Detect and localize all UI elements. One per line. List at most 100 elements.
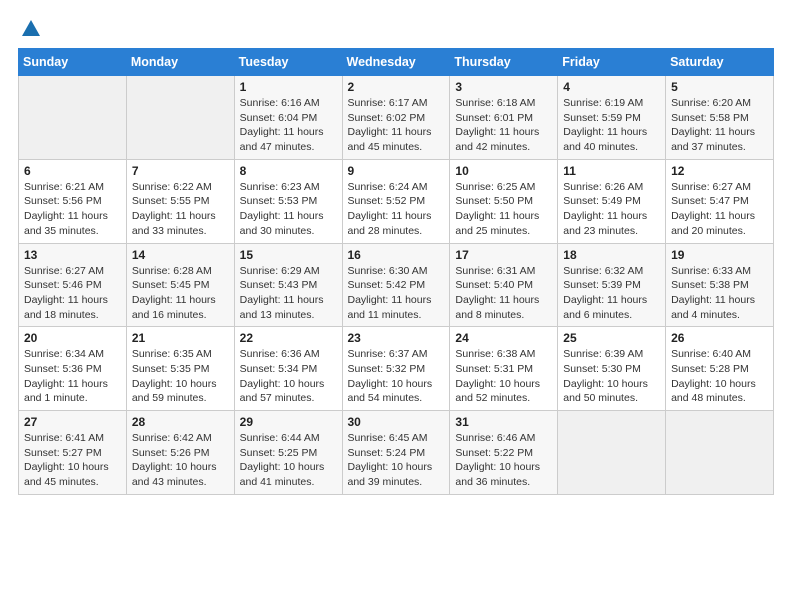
day-info: Sunrise: 6:27 AM Sunset: 5:47 PM Dayligh… (671, 180, 768, 239)
calendar-cell: 16 Sunrise: 6:30 AM Sunset: 5:42 PM Dayli… (342, 243, 450, 327)
day-number: 3 (455, 80, 552, 94)
calendar-cell: 26 Sunrise: 6:40 AM Sunset: 5:28 PM Dayli… (666, 327, 774, 411)
day-number: 20 (24, 331, 121, 345)
day-info: Sunrise: 6:35 AM Sunset: 5:35 PM Dayligh… (132, 347, 229, 406)
calendar-cell: 13 Sunrise: 6:27 AM Sunset: 5:46 PM Dayli… (19, 243, 127, 327)
day-info: Sunrise: 6:39 AM Sunset: 5:30 PM Dayligh… (563, 347, 660, 406)
day-info: Sunrise: 6:33 AM Sunset: 5:38 PM Dayligh… (671, 264, 768, 323)
calendar-cell: 8 Sunrise: 6:23 AM Sunset: 5:53 PM Daylig… (234, 159, 342, 243)
day-info: Sunrise: 6:38 AM Sunset: 5:31 PM Dayligh… (455, 347, 552, 406)
day-number: 25 (563, 331, 660, 345)
calendar-week-5: 27Sunrise: 6:41 AM Sunset: 5:27 PM Dayli… (19, 411, 774, 495)
calendar-cell (666, 411, 774, 495)
day-info: Sunrise: 6:23 AM Sunset: 5:53 PM Dayligh… (240, 180, 337, 239)
day-number: 13 (24, 248, 121, 262)
day-number: 27 (24, 415, 121, 429)
calendar-cell: 12 Sunrise: 6:27 AM Sunset: 5:47 PM Dayli… (666, 159, 774, 243)
day-header-thursday: Thursday (450, 49, 558, 76)
calendar-cell: 15Sunrise: 6:29 AM Sunset: 5:43 PM Dayli… (234, 243, 342, 327)
calendar-cell: 21 Sunrise: 6:35 AM Sunset: 5:35 PM Dayli… (126, 327, 234, 411)
day-header-tuesday: Tuesday (234, 49, 342, 76)
calendar-cell: 30 Sunrise: 6:45 AM Sunset: 5:24 PM Dayli… (342, 411, 450, 495)
day-number: 4 (563, 80, 660, 94)
day-number: 21 (132, 331, 229, 345)
day-info: Sunrise: 6:36 AM Sunset: 5:34 PM Dayligh… (240, 347, 337, 406)
day-number: 30 (348, 415, 445, 429)
day-info: Sunrise: 6:22 AM Sunset: 5:55 PM Dayligh… (132, 180, 229, 239)
calendar-cell (558, 411, 666, 495)
day-number: 2 (348, 80, 445, 94)
day-info: Sunrise: 6:24 AM Sunset: 5:52 PM Dayligh… (348, 180, 445, 239)
day-info: Sunrise: 6:28 AM Sunset: 5:45 PM Dayligh… (132, 264, 229, 323)
day-number: 19 (671, 248, 768, 262)
calendar-cell: 6 Sunrise: 6:21 AM Sunset: 5:56 PM Daylig… (19, 159, 127, 243)
calendar-cell: 22 Sunrise: 6:36 AM Sunset: 5:34 PM Dayli… (234, 327, 342, 411)
day-number: 8 (240, 164, 337, 178)
day-number: 16 (348, 248, 445, 262)
calendar-table: SundayMondayTuesdayWednesdayThursdayFrid… (18, 48, 774, 495)
day-number: 29 (240, 415, 337, 429)
day-number: 18 (563, 248, 660, 262)
calendar-week-3: 13 Sunrise: 6:27 AM Sunset: 5:46 PM Dayli… (19, 243, 774, 327)
day-info: Sunrise: 6:21 AM Sunset: 5:56 PM Dayligh… (24, 180, 121, 239)
day-info: Sunrise: 6:26 AM Sunset: 5:49 PM Dayligh… (563, 180, 660, 239)
calendar-week-2: 6 Sunrise: 6:21 AM Sunset: 5:56 PM Daylig… (19, 159, 774, 243)
calendar-cell: 14 Sunrise: 6:28 AM Sunset: 5:45 PM Dayli… (126, 243, 234, 327)
day-info: Sunrise: 6:34 AM Sunset: 5:36 PM Dayligh… (24, 347, 121, 406)
calendar-cell: 11 Sunrise: 6:26 AM Sunset: 5:49 PM Dayli… (558, 159, 666, 243)
calendar-cell: 17 Sunrise: 6:31 AM Sunset: 5:40 PM Dayli… (450, 243, 558, 327)
day-header-friday: Friday (558, 49, 666, 76)
calendar-cell: 29 Sunrise: 6:44 AM Sunset: 5:25 PM Dayli… (234, 411, 342, 495)
calendar-cell: 1 Sunrise: 6:16 AM Sunset: 6:04 PM Daylig… (234, 76, 342, 160)
day-number: 31 (455, 415, 552, 429)
day-number: 9 (348, 164, 445, 178)
day-info: Sunrise: 6:45 AM Sunset: 5:24 PM Dayligh… (348, 431, 445, 490)
day-number: 24 (455, 331, 552, 345)
day-info: Sunrise: 6:40 AM Sunset: 5:28 PM Dayligh… (671, 347, 768, 406)
calendar-cell (19, 76, 127, 160)
day-info: Sunrise: 6:16 AM Sunset: 6:04 PM Dayligh… (240, 96, 337, 155)
day-number: 12 (671, 164, 768, 178)
calendar-cell: 20 Sunrise: 6:34 AM Sunset: 5:36 PM Dayli… (19, 327, 127, 411)
calendar-week-4: 20 Sunrise: 6:34 AM Sunset: 5:36 PM Dayli… (19, 327, 774, 411)
day-header-sunday: Sunday (19, 49, 127, 76)
day-number: 6 (24, 164, 121, 178)
calendar-cell: 28 Sunrise: 6:42 AM Sunset: 5:26 PM Dayli… (126, 411, 234, 495)
calendar-cell: 9 Sunrise: 6:24 AM Sunset: 5:52 PM Daylig… (342, 159, 450, 243)
day-info: Sunrise: 6:42 AM Sunset: 5:26 PM Dayligh… (132, 431, 229, 490)
day-info: Sunrise: 6:44 AM Sunset: 5:25 PM Dayligh… (240, 431, 337, 490)
day-number: 1 (240, 80, 337, 94)
day-number: 10 (455, 164, 552, 178)
day-number: 5 (671, 80, 768, 94)
calendar-header-row: SundayMondayTuesdayWednesdayThursdayFrid… (19, 49, 774, 76)
calendar-cell: 27Sunrise: 6:41 AM Sunset: 5:27 PM Dayli… (19, 411, 127, 495)
day-number: 15 (240, 248, 337, 262)
calendar-cell: 4 Sunrise: 6:19 AM Sunset: 5:59 PM Daylig… (558, 76, 666, 160)
day-number: 14 (132, 248, 229, 262)
day-number: 22 (240, 331, 337, 345)
page-header (18, 18, 774, 40)
calendar-week-1: 1 Sunrise: 6:16 AM Sunset: 6:04 PM Daylig… (19, 76, 774, 160)
day-info: Sunrise: 6:27 AM Sunset: 5:46 PM Dayligh… (24, 264, 121, 323)
day-info: Sunrise: 6:32 AM Sunset: 5:39 PM Dayligh… (563, 264, 660, 323)
logo (18, 18, 42, 40)
calendar-cell: 5 Sunrise: 6:20 AM Sunset: 5:58 PM Daylig… (666, 76, 774, 160)
day-number: 7 (132, 164, 229, 178)
day-number: 23 (348, 331, 445, 345)
day-number: 11 (563, 164, 660, 178)
day-info: Sunrise: 6:18 AM Sunset: 6:01 PM Dayligh… (455, 96, 552, 155)
day-number: 17 (455, 248, 552, 262)
calendar-cell: 31Sunrise: 6:46 AM Sunset: 5:22 PM Dayli… (450, 411, 558, 495)
calendar-cell: 2Sunrise: 6:17 AM Sunset: 6:02 PM Daylig… (342, 76, 450, 160)
day-header-monday: Monday (126, 49, 234, 76)
day-info: Sunrise: 6:30 AM Sunset: 5:42 PM Dayligh… (348, 264, 445, 323)
calendar-cell: 3 Sunrise: 6:18 AM Sunset: 6:01 PM Daylig… (450, 76, 558, 160)
day-info: Sunrise: 6:20 AM Sunset: 5:58 PM Dayligh… (671, 96, 768, 155)
day-info: Sunrise: 6:19 AM Sunset: 5:59 PM Dayligh… (563, 96, 660, 155)
day-number: 26 (671, 331, 768, 345)
day-header-saturday: Saturday (666, 49, 774, 76)
calendar-cell: 18 Sunrise: 6:32 AM Sunset: 5:39 PM Dayli… (558, 243, 666, 327)
day-number: 28 (132, 415, 229, 429)
day-header-wednesday: Wednesday (342, 49, 450, 76)
day-info: Sunrise: 6:31 AM Sunset: 5:40 PM Dayligh… (455, 264, 552, 323)
